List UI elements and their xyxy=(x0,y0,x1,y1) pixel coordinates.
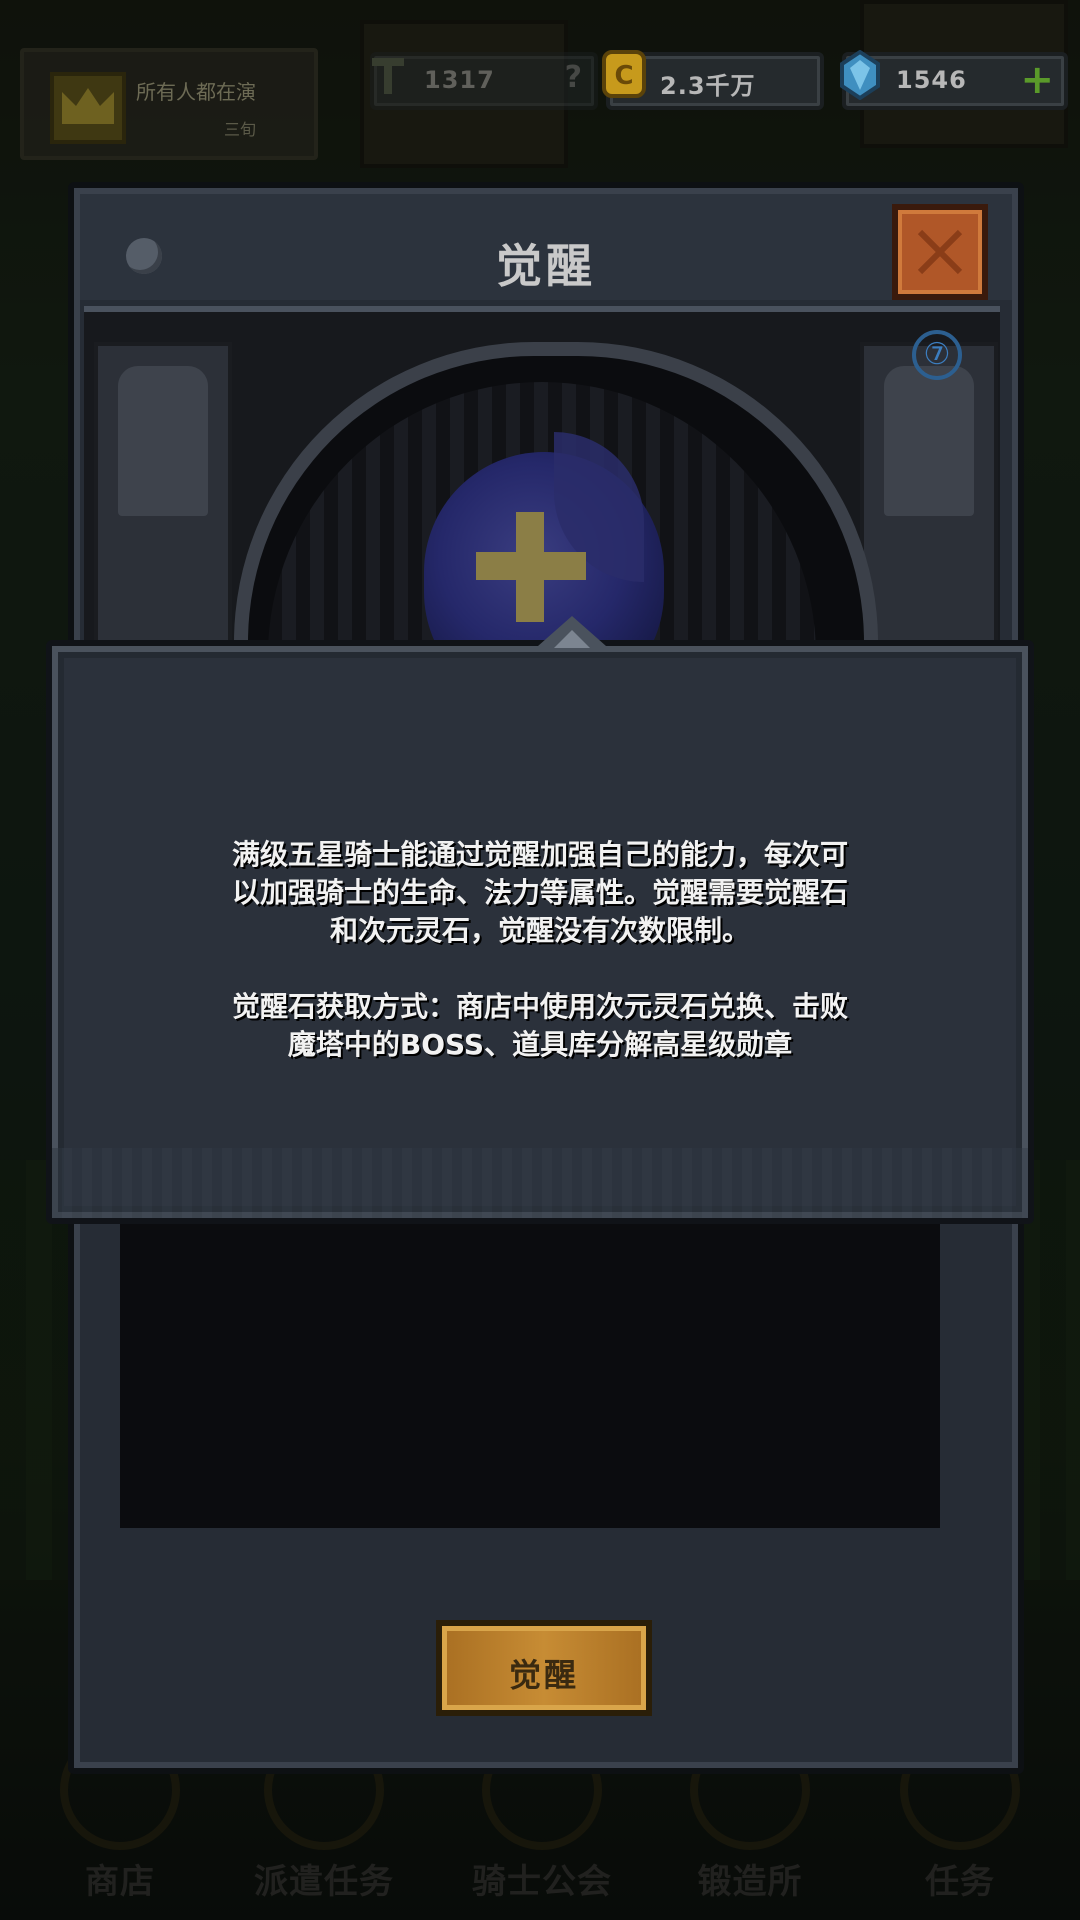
dialog-header: 觉醒 xyxy=(80,194,1012,300)
player-subtitle: 三旬 xyxy=(224,120,257,139)
gem-icon xyxy=(840,50,880,100)
info-line: 以加强骑士的生命、法力等属性。觉醒需要觉醒石 xyxy=(231,876,848,909)
gem-value: 1546 xyxy=(896,66,967,94)
power-counter[interactable]: 1317 ? xyxy=(370,52,598,110)
gem-counter[interactable]: 1546 + xyxy=(840,50,1068,110)
dialog-title: 觉醒 xyxy=(496,239,596,293)
gold-coin-icon: C xyxy=(602,50,646,98)
info-line: 满级五星骑士能通过觉醒加强自己的能力，每次可 xyxy=(231,838,848,871)
material-area xyxy=(120,1188,940,1528)
player-name: 所有人都在演 xyxy=(136,80,256,104)
info-line: 魔塔中的BOSS、道具库分解高星级勋章 xyxy=(287,1028,793,1061)
add-gem-button[interactable]: + xyxy=(1020,56,1054,104)
close-button[interactable] xyxy=(892,204,988,300)
gargoyle-statue xyxy=(118,366,208,516)
player-card[interactable]: 所有人都在演 三旬 xyxy=(20,48,318,160)
svg-text:C: C xyxy=(614,61,633,91)
add-knight-button[interactable] xyxy=(476,512,586,622)
gargoyle-statue xyxy=(884,366,974,516)
awaken-button-label: 觉醒 xyxy=(508,1656,579,1694)
gold-counter[interactable]: C 2.3千万 xyxy=(602,50,824,110)
plus-icon xyxy=(476,552,586,580)
info-tooltip[interactable]: 满级五星骑士能通过觉醒加强自己的能力，每次可 以加强骑士的生命、法力等属性。觉醒… xyxy=(46,616,1034,1224)
info-text: 满级五星骑士能通过觉醒加强自己的能力，每次可 以加强骑士的生命、法力等属性。觉醒… xyxy=(172,836,908,1064)
close-icon xyxy=(917,229,963,275)
crown-icon xyxy=(50,72,126,144)
info-line: 和次元灵石，觉醒没有次数限制。 xyxy=(329,914,750,947)
tooltip-pointer-highlight xyxy=(554,630,590,648)
power-icon xyxy=(372,58,404,94)
info-line: 觉醒石获取方式：商店中使用次元灵石兑换、击败 xyxy=(231,990,848,1023)
help-icon[interactable]: ? xyxy=(565,60,582,95)
power-value: 1317 xyxy=(424,66,495,94)
gold-value: 2.3千万 xyxy=(660,72,756,100)
awaken-button[interactable]: 觉醒 xyxy=(436,1620,652,1716)
rune-badge-icon: ⑦ xyxy=(912,330,962,380)
